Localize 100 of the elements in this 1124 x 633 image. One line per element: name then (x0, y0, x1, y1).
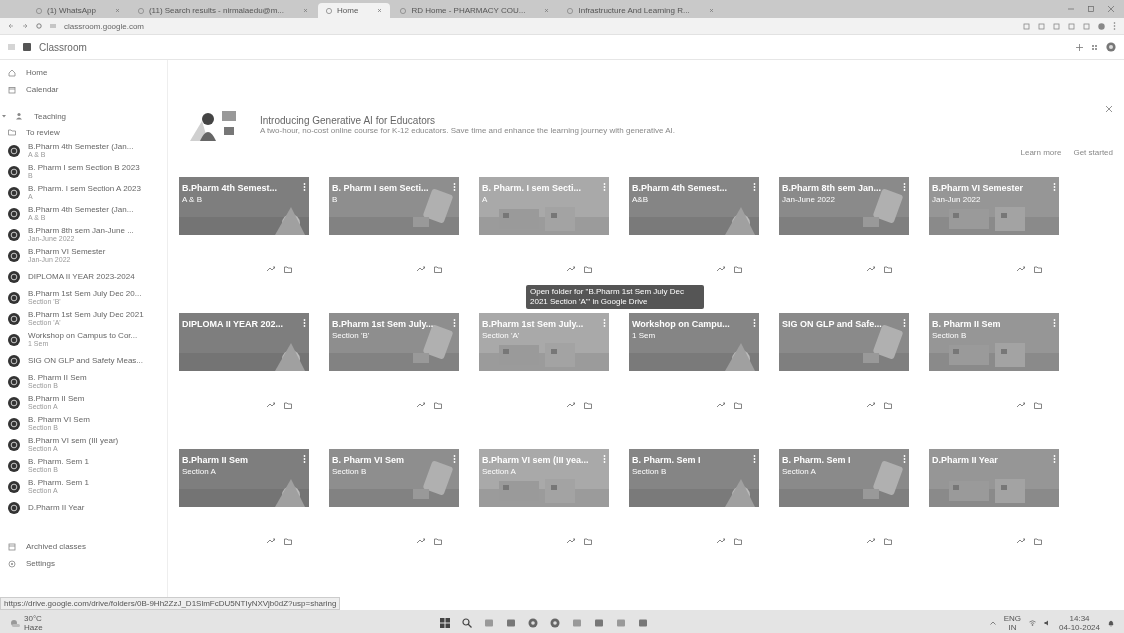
region-indicator[interactable]: IN (1008, 623, 1017, 632)
class-title[interactable]: B. Pharm II Sem (932, 319, 1001, 329)
class-title[interactable]: B.Pharm 4th Semest... (182, 183, 278, 193)
close-icon[interactable] (1108, 6, 1114, 12)
more-icon[interactable] (753, 455, 756, 463)
trending-icon[interactable] (567, 402, 575, 408)
class-title[interactable]: SIG ON GLP and Safe... (782, 319, 882, 329)
class-title[interactable]: B.Pharm 1st Sem July... (482, 319, 584, 329)
close-icon[interactable] (708, 8, 714, 13)
class-card[interactable]: B.Pharm 4th Semest... A&B (626, 177, 762, 277)
class-title[interactable]: B.Pharm VI sem (III yea... (482, 455, 589, 465)
class-card[interactable]: SIG ON GLP and Safe... (776, 313, 912, 413)
more-icon[interactable] (1053, 455, 1056, 463)
clock-time[interactable]: 14:34 (1069, 614, 1090, 623)
trending-icon[interactable] (867, 538, 875, 544)
more-icon[interactable] (303, 183, 306, 191)
more-icon[interactable] (903, 455, 906, 463)
more-icon[interactable] (1053, 319, 1056, 327)
trending-icon[interactable] (267, 266, 275, 272)
sidebar-item[interactable]: Calendar (0, 81, 167, 98)
trending-icon[interactable] (1017, 538, 1025, 544)
browser-tab[interactable]: (1) WhatsApp (28, 3, 128, 18)
sidebar-item[interactable]: Home (0, 64, 167, 81)
back-icon[interactable] (8, 23, 14, 29)
more-icon[interactable] (603, 455, 606, 463)
wifi-icon[interactable] (1029, 620, 1037, 626)
sidebar-item[interactable]: Settings (0, 555, 167, 572)
browser-tab[interactable]: Home (318, 3, 391, 18)
more-icon[interactable] (1113, 22, 1116, 30)
trending-icon[interactable] (867, 266, 875, 272)
class-title[interactable]: B. Pharm. I sem Secti... (482, 183, 582, 193)
more-icon[interactable] (453, 183, 456, 191)
weather-icon[interactable] (10, 619, 20, 627)
class-card[interactable]: B.Pharm 1st Sem July... Section 'B' (326, 313, 462, 413)
close-icon[interactable] (1106, 106, 1112, 112)
apps-icon[interactable] (1091, 43, 1098, 51)
sidebar-item[interactable]: To review (0, 124, 167, 140)
browser-icon[interactable] (528, 618, 538, 628)
trending-icon[interactable] (417, 538, 425, 544)
browser-tab[interactable]: (11) Search results - nirmalaedu@m... (129, 3, 317, 18)
class-card[interactable]: B.Pharm 8th sem Jan... Jan-June 2022 (776, 177, 912, 277)
trending-icon[interactable] (567, 266, 575, 272)
class-card[interactable]: B.Pharm VI sem (III yea... Section A (476, 449, 612, 549)
browser-tab[interactable]: Infrastructure And Learning R... (559, 3, 722, 18)
class-card[interactable]: B. Pharm VI Sem Section B (326, 449, 462, 549)
class-title[interactable]: B. Pharm VI Sem (332, 455, 405, 465)
more-icon[interactable] (453, 455, 456, 463)
trending-icon[interactable] (717, 266, 725, 272)
class-title[interactable]: B.Pharm 8th sem Jan... (782, 183, 882, 193)
chevron-up-icon[interactable] (989, 621, 996, 625)
close-icon[interactable] (114, 8, 120, 13)
class-title[interactable]: DIPLOMA II YEAR 202... (182, 319, 284, 329)
trending-icon[interactable] (717, 538, 725, 544)
language-indicator[interactable]: ENG (1003, 614, 1022, 623)
class-title[interactable]: B.Pharm 4th Semest... (632, 183, 728, 193)
forward-icon[interactable] (22, 23, 28, 29)
reload-icon[interactable] (36, 23, 42, 29)
banner-button[interactable]: Learn more (1019, 147, 1063, 158)
trending-icon[interactable] (867, 402, 875, 408)
class-title[interactable]: B.Pharm VI Semester (932, 183, 1024, 193)
more-icon[interactable] (903, 183, 906, 191)
notification-icon[interactable] (1108, 619, 1114, 627)
more-icon[interactable] (753, 183, 756, 191)
clock-date[interactable]: 04-10-2024 (1059, 623, 1100, 632)
browser-icon[interactable] (550, 618, 560, 628)
close-icon[interactable] (303, 8, 309, 13)
class-item[interactable]: DIPLOMA II YEAR 2023-2024 (0, 266, 167, 287)
class-card[interactable]: Workshop on Campu... 1 Sem (626, 313, 762, 413)
class-card[interactable]: B. Pharm. Sem I Section B (626, 449, 762, 549)
class-card[interactable]: B. Pharm. I sem Secti... A (476, 177, 612, 277)
trending-icon[interactable] (1017, 402, 1025, 408)
class-card[interactable]: B. Pharm II Sem Section B (926, 313, 1062, 413)
class-title[interactable]: B. Pharm. Sem I (782, 455, 851, 465)
class-title[interactable]: Workshop on Campu... (632, 319, 730, 329)
class-card[interactable]: DIPLOMA II YEAR 202... (176, 313, 312, 413)
class-title[interactable]: D.Pharm II Year (932, 455, 998, 465)
maximize-icon[interactable] (1088, 6, 1094, 12)
class-title[interactable]: B.Pharm 1st Sem July... (332, 319, 434, 329)
trending-icon[interactable] (417, 402, 425, 408)
trending-icon[interactable] (567, 538, 575, 544)
more-icon[interactable] (903, 319, 906, 327)
class-card[interactable]: B. Pharm. Sem I Section A (776, 449, 912, 549)
class-card[interactable]: D.Pharm II Year (926, 449, 1062, 549)
more-icon[interactable] (303, 319, 306, 327)
trending-icon[interactable] (267, 402, 275, 408)
more-icon[interactable] (753, 319, 756, 327)
class-item[interactable]: D.Pharm II Year (0, 497, 167, 518)
class-card[interactable]: B.Pharm 4th Semest... A & B (176, 177, 312, 277)
class-item[interactable]: SIG ON GLP and Safety Meas... (0, 350, 167, 371)
class-card[interactable]: B.Pharm II Sem Section A (176, 449, 312, 549)
profile-icon[interactable] (1098, 22, 1105, 30)
more-icon[interactable] (1053, 183, 1056, 191)
trending-icon[interactable] (1017, 266, 1025, 272)
add-icon[interactable] (1076, 43, 1083, 51)
close-icon[interactable] (544, 8, 550, 13)
class-title[interactable]: B.Pharm II Sem (182, 455, 249, 465)
more-icon[interactable] (303, 455, 306, 463)
app-icon[interactable] (594, 618, 604, 628)
trending-icon[interactable] (417, 266, 425, 272)
app-icon[interactable] (616, 618, 626, 628)
